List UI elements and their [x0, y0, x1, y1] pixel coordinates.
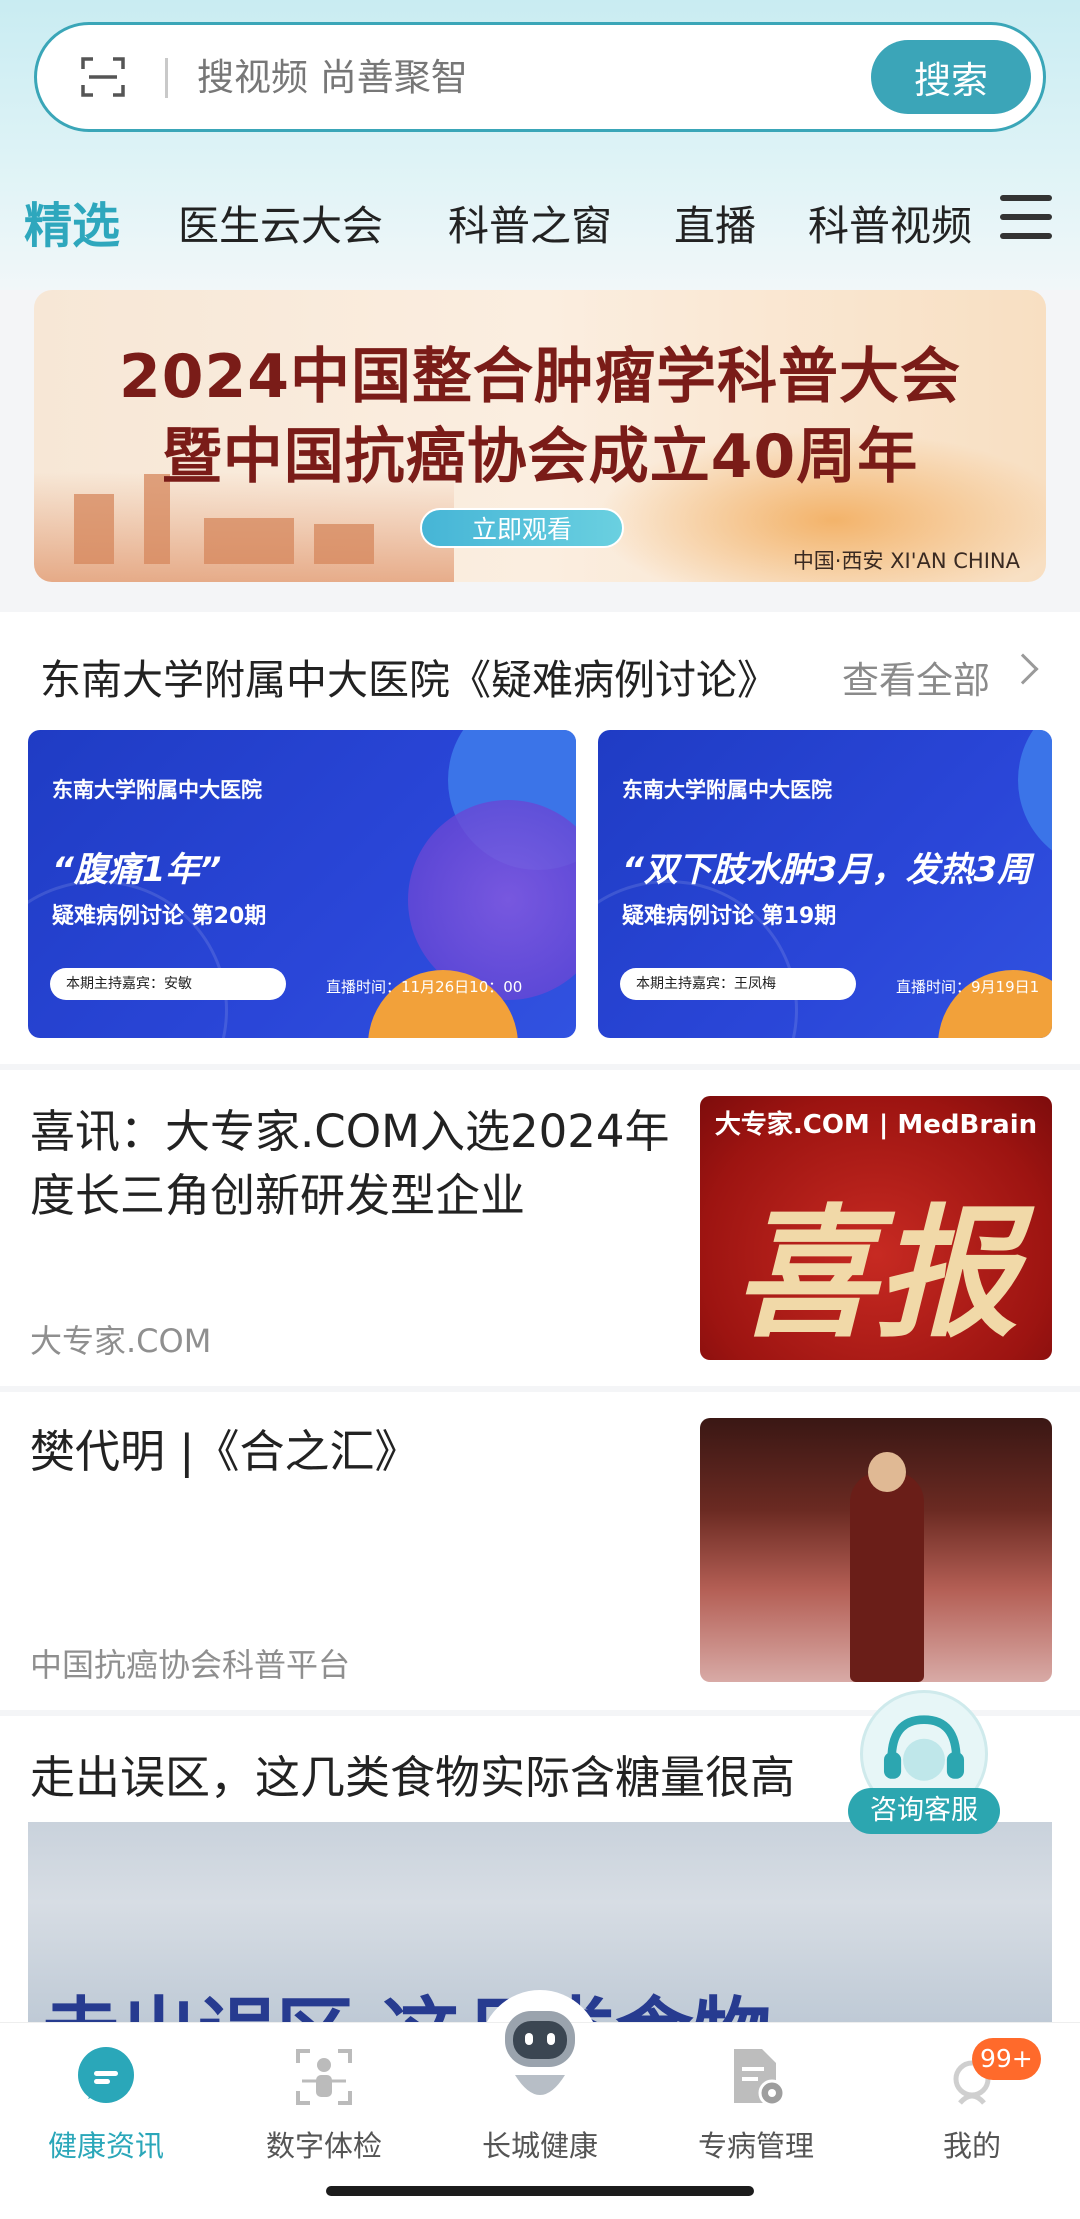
case-time: 直播时间：11月26日10：00: [326, 978, 523, 996]
news-title: 樊代明 |《合之汇》: [30, 1425, 420, 1478]
news-source: 大专家.COM: [30, 1322, 212, 1360]
nav-health-news[interactable]: 健康资讯: [16, 2045, 196, 2165]
tab-science-video[interactable]: 科普视频: [808, 192, 972, 252]
document-gear-icon: [724, 2045, 788, 2109]
menu-icon[interactable]: [1000, 195, 1052, 243]
case-topic: “腹痛1年”: [52, 850, 222, 890]
chevron-right-icon[interactable]: [1007, 653, 1039, 685]
tab-featured[interactable]: 精选: [24, 186, 120, 256]
customer-service-button[interactable]: 咨询客服: [848, 1690, 1000, 1842]
news-item[interactable]: 喜讯：大专家.COM入选2024年度长三角创新研发型企业 大专家.COM 大专家…: [0, 1070, 1080, 1386]
news-source: 中国抗癌协会科普平台: [30, 1646, 351, 1684]
scan-icon[interactable]: [81, 55, 125, 99]
case-host: 本期主持嘉宾：安敏: [50, 968, 286, 1000]
tab-live[interactable]: 直播: [674, 192, 756, 252]
thumbnail-logo: 大专家.COM | MedBrain: [714, 1110, 1038, 1140]
search-button[interactable]: 搜索: [871, 40, 1031, 114]
header: 搜索 精选 医生云大会 科普之窗 直播 科普视频: [0, 0, 1080, 290]
news-item[interactable]: 樊代明 |《合之汇》 中国抗癌协会科普平台: [0, 1392, 1080, 1710]
thumbnail-person: [850, 1472, 924, 1682]
banner-title-line1: 2024中国整合肿瘤学科普大会: [119, 342, 961, 412]
nav-label: 我的: [942, 2129, 1001, 2163]
video-overlay-text: 走出误区 这几类食物: [42, 1972, 771, 2022]
tab-science-window[interactable]: 科普之窗: [448, 192, 612, 252]
news-title: 走出误区，这几类食物实际含糖量很高: [30, 1751, 796, 1804]
watch-now-button[interactable]: 立即观看: [420, 508, 624, 548]
case-hospital: 东南大学附属中大医院: [52, 778, 262, 802]
nav-digital-checkup[interactable]: 数字体检: [234, 2045, 414, 2165]
body-scan-icon: [292, 2045, 356, 2109]
nav-disease-management[interactable]: 专病管理: [666, 2045, 846, 2165]
search-input[interactable]: [197, 45, 877, 109]
case-discussion-section: 东南大学附属中大医院《疑难病例讨论》 查看全部 东南大学附属中大医院 “腹痛1年…: [0, 612, 1080, 1064]
nav-label: 专病管理: [697, 2129, 814, 2163]
news-thumbnail: 大专家.COM | MedBrain 喜报: [700, 1096, 1052, 1360]
case-time: 直播时间：9月19日1: [896, 978, 1040, 996]
home-indicator[interactable]: [326, 2186, 754, 2196]
nav-label: 数字体检: [265, 2129, 382, 2163]
nav-label: 长城健康: [481, 2129, 598, 2163]
case-issue: 疑难病例讨论 第20期: [52, 904, 267, 929]
banner-location: 中国·西安 XI'AN CHINA: [792, 549, 1020, 573]
chat-bubble-icon: [74, 2045, 138, 2109]
category-tabs: 精选 医生云大会 科普之窗 直播 科普视频: [0, 180, 1080, 260]
promo-banner[interactable]: 2024中国整合肿瘤学科普大会 暨中国抗癌协会成立40周年 立即观看 中国·西安…: [34, 290, 1046, 582]
view-all-link[interactable]: 查看全部: [842, 650, 990, 704]
case-card[interactable]: 东南大学附属中大医院 “腹痛1年” 疑难病例讨论 第20期 本期主持嘉宾：安敏 …: [28, 730, 576, 1038]
case-card[interactable]: 东南大学附属中大医院 “双下肢水肿3月，发热3周 疑难病例讨论 第19期 本期主…: [598, 730, 1052, 1038]
thumbnail-head: [868, 1452, 906, 1492]
banner-title-line2: 暨中国抗癌协会成立40周年: [161, 422, 919, 492]
section-title: 东南大学附属中大医院《疑难病例讨论》: [40, 656, 778, 704]
notification-badge: 99+: [972, 2038, 1041, 2080]
nav-label: 健康资讯: [47, 2129, 164, 2163]
case-topic: “双下肢水肿3月，发热3周: [622, 850, 1032, 890]
news-title: 喜讯：大专家.COM入选2024年度长三角创新研发型企业: [30, 1105, 670, 1222]
case-hospital: 东南大学附属中大医院: [622, 778, 832, 802]
search-bar[interactable]: 搜索: [34, 22, 1046, 132]
news-thumbnail: [700, 1418, 1052, 1682]
customer-service-label: 咨询客服: [848, 1788, 1000, 1834]
nav-great-wall-health[interactable]: 长城健康: [450, 2011, 630, 2165]
thumbnail-text: 喜报: [734, 1192, 1018, 1357]
robot-icon: [497, 2005, 583, 2109]
search-divider: [165, 58, 168, 98]
case-issue: 疑难病例讨论 第19期: [622, 904, 837, 929]
case-host: 本期主持嘉宾：王凤梅: [620, 968, 856, 1000]
tab-clip: 科普视频: [808, 192, 973, 252]
tab-doctor-cloud[interactable]: 医生云大会: [178, 192, 383, 252]
